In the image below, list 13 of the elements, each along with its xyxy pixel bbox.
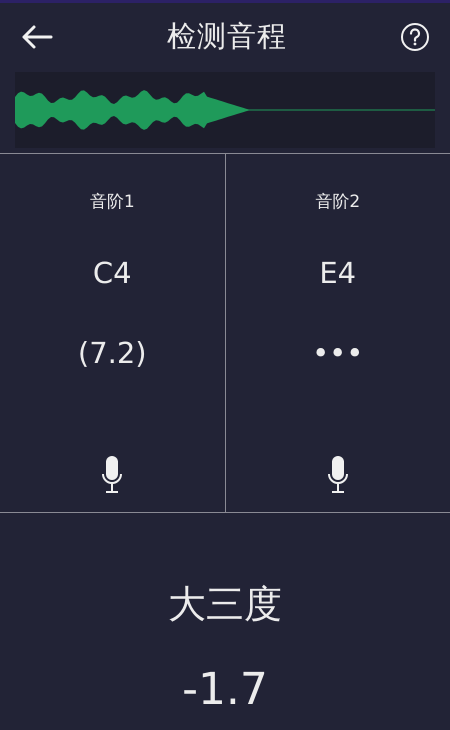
scale-label: 音阶2 [315, 191, 360, 214]
interval-name: 大三度 [168, 581, 282, 628]
note-name: C4 [92, 256, 132, 290]
pitch-reading: (7.2) [78, 336, 147, 372]
scale-label: 音阶1 [90, 191, 135, 214]
note-name: E4 [319, 256, 356, 290]
pitch-reading: ••• [312, 336, 364, 372]
microphone-icon[interactable] [101, 456, 124, 494]
screen-title: 检测音程 [167, 18, 287, 54]
cents-deviation: -1.7 [182, 668, 268, 712]
microphone-icon[interactable] [326, 456, 349, 494]
help-icon[interactable] [400, 22, 430, 52]
back-icon[interactable] [20, 24, 54, 50]
